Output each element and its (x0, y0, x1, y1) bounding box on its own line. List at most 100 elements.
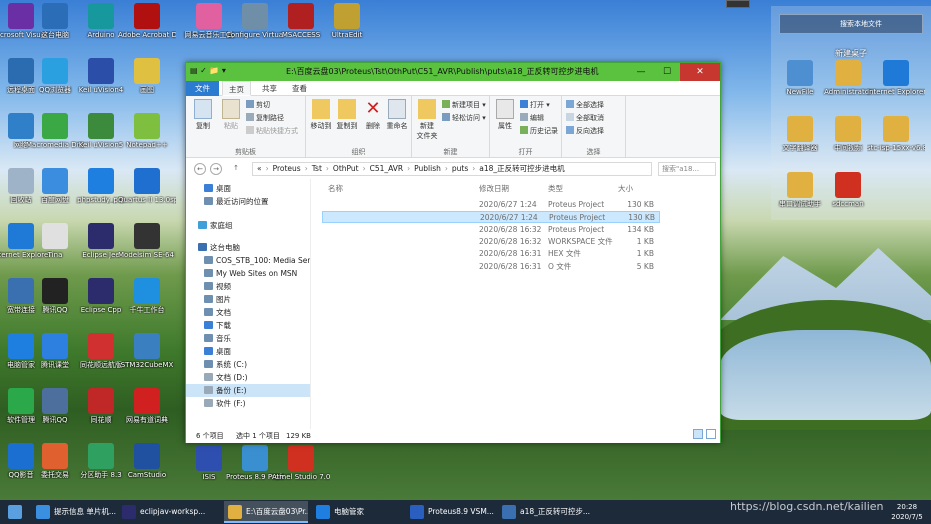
desktop-icon[interactable]: 画图 (118, 58, 176, 94)
column-type[interactable]: 类型 (548, 183, 563, 194)
new-folder-button[interactable]: 新建 文件夹 (414, 99, 440, 141)
desktop-icon-label: Adobe Acrobat DC (118, 31, 176, 39)
taskbar-item[interactable]: Proteus8.9 VSM... (406, 501, 494, 523)
open-button[interactable]: 打开 ▾ (520, 100, 550, 111)
desktop-icon[interactable]: CamStudio (118, 443, 176, 479)
large-icons-view-button[interactable] (706, 429, 716, 439)
copy-to-button[interactable]: 复制到 (334, 99, 360, 131)
delete-button[interactable]: ✕ 删除 (360, 99, 386, 131)
desktop-icon[interactable]: STM32CubeMX (118, 333, 176, 369)
paste-button[interactable]: 粘贴 (218, 99, 244, 131)
breadcrumb[interactable]: «› Proteus › Tst › OthPut › C51_AVR › Publish › put… (252, 162, 652, 176)
rename-label: 重命名 (386, 122, 408, 130)
maximize-button[interactable]: ☐ (654, 63, 680, 81)
move-to-button[interactable]: 移动到 (308, 99, 334, 131)
history-button[interactable]: 历史记录 (520, 126, 558, 137)
breadcrumb-item[interactable]: Tst (312, 164, 322, 173)
easy-access-button[interactable]: 轻松访问 ▾ (442, 113, 486, 124)
breadcrumb-item[interactable]: C51_AVR (370, 164, 404, 173)
nav-item[interactable]: 下载 (186, 319, 310, 332)
nav-item[interactable]: 文档 (D:) (186, 371, 310, 384)
paste-shortcut-button[interactable]: 粘贴快捷方式 (246, 126, 298, 137)
rename-button[interactable]: 重命名 (384, 99, 410, 131)
back-button[interactable]: ← (194, 163, 206, 175)
widget-item[interactable]: sdccman (819, 172, 877, 208)
copy-button[interactable]: 复制 (190, 99, 216, 131)
widget-item-label: sdccman (832, 200, 864, 208)
details-view-button[interactable] (693, 429, 703, 439)
nav-item[interactable]: 视频 (186, 280, 310, 293)
nav-item[interactable]: 系统 (C:) (186, 358, 310, 371)
file-row[interactable]: ATmega8515.hex2020/6/28 16:31HEX 文件1 KB (322, 248, 660, 260)
breadcrumb-item[interactable]: puts (452, 164, 468, 173)
nav-item[interactable]: 最近访问的位置 (186, 195, 310, 208)
nav-item[interactable]: 备份 (E:) (186, 384, 310, 397)
tab-share[interactable]: 共享 (256, 81, 283, 96)
quick-access-toolbar[interactable]: ▤ ✓ 📁 ▾ (190, 66, 226, 75)
nav-item[interactable]: 这台电脑 (186, 241, 310, 254)
cut-button[interactable]: 剪切 (246, 100, 270, 111)
desktop-icon[interactable]: 网易有道词典 (118, 388, 176, 424)
file-type: Proteus Project (549, 213, 606, 223)
desktop-icon[interactable]: UltraEdit (318, 3, 376, 39)
select-all-button[interactable]: 全部选择 (566, 100, 604, 111)
breadcrumb-item[interactable]: OthPut (333, 164, 359, 173)
breadcrumb-item[interactable]: a18_正反转可控步进电机 (479, 164, 564, 173)
desktop-icon[interactable]: Notepad++ (118, 113, 176, 149)
tab-home[interactable]: 主页 (222, 81, 251, 96)
properties-button[interactable]: 属性 (492, 99, 518, 131)
app-icon (42, 443, 68, 469)
desktop-icon[interactable]: 千牛工作台 (118, 278, 176, 314)
tab-file[interactable]: 文件 (186, 81, 219, 96)
clock[interactable]: 20:28 2020/7/5 (887, 502, 927, 522)
taskbar-item[interactable]: E:\百度云盘03\Pr... (224, 501, 308, 523)
taskbar-item[interactable]: 电脑管家 (312, 501, 400, 523)
desktop-icon[interactable]: Atmel Studio 7.0 (272, 445, 330, 481)
desktop-icon[interactable]: Quartus II 13.0sp1 (64... (118, 168, 176, 204)
copy-path-button[interactable]: 复制路径 (246, 113, 284, 124)
nav-item[interactable]: 家庭组 (186, 219, 310, 232)
taskbar-item[interactable]: a18_正反转可控步... (498, 501, 590, 523)
group-label-select: 选择 (586, 148, 601, 156)
desktop-icon[interactable]: Adobe Acrobat DC (118, 3, 176, 39)
forward-button[interactable]: → (210, 163, 222, 175)
breadcrumb-item[interactable]: « (257, 164, 262, 173)
new-item-label: 新建项目 (452, 101, 480, 109)
column-modified[interactable]: 修改日期 (479, 183, 509, 194)
breadcrumb-item[interactable]: Proteus (273, 164, 301, 173)
breadcrumb-item[interactable]: Publish (414, 164, 441, 173)
file-row[interactable]: a18_正反转可控步进电机02pt2020/6/28 16:32Proteus … (322, 224, 660, 236)
file-row[interactable]: myfunc01.o2020/6/28 16:31O 文件5 KB (322, 261, 660, 273)
select-none-button[interactable]: 全部取消 (566, 113, 604, 124)
new-item-button[interactable]: 新建项目 ▾ (442, 100, 486, 111)
file-row[interactable]: a18_正反转可控步进电机02pt.pdsprj.O...2020/6/28 1… (322, 236, 660, 248)
copy-to-icon (338, 99, 356, 119)
nav-item[interactable]: My Web Sites on MSN (186, 267, 310, 280)
search-input[interactable]: 搜索"a18... (658, 162, 716, 176)
column-name[interactable]: 名称 (328, 183, 343, 194)
close-button[interactable]: ✕ (680, 63, 720, 81)
nav-item[interactable]: 桌面 (186, 182, 310, 195)
file-row[interactable]: a18_正反转可控步进电机022020/6/27 1:24Proteus Pro… (322, 211, 660, 224)
nav-item[interactable]: 桌面 (186, 345, 310, 358)
edit-button[interactable]: 编辑 (520, 113, 544, 124)
nav-item[interactable]: COS_STB_100: Media Serv (186, 254, 310, 267)
file-row[interactable]: a18_正反转可控步进电机002020/6/27 1:24Proteus Pro… (322, 199, 660, 211)
widget-item[interactable]: stc-isp-15xx-v6.87E (867, 116, 925, 152)
nav-item[interactable]: 音乐 (186, 332, 310, 345)
desktop-icon[interactable]: Modelsim SE-64 10.4 (118, 223, 176, 259)
taskbar-item[interactable]: eclipjav-worksp... (118, 501, 214, 523)
taskbar-item[interactable]: 提示信息 单片机... (32, 501, 116, 523)
start-button[interactable] (0, 501, 30, 523)
nav-item[interactable]: 文档 (186, 306, 310, 319)
column-size[interactable]: 大小 (618, 183, 633, 194)
widget-search-input[interactable]: 搜索本地文件 (779, 14, 923, 34)
title-bar[interactable]: ▤ ✓ 📁 ▾ E:\百度云盘03\Proteus\Tst\OthPut\C51… (186, 63, 720, 81)
minimize-button[interactable]: — (628, 63, 654, 81)
nav-item[interactable]: 软件 (F:) (186, 397, 310, 410)
up-button[interactable]: ↑ (230, 163, 242, 175)
widget-item[interactable]: Internet Explorer (867, 60, 925, 96)
tab-view[interactable]: 查看 (286, 81, 313, 96)
invert-selection-button[interactable]: 反向选择 (566, 126, 604, 137)
nav-item[interactable]: 图片 (186, 293, 310, 306)
